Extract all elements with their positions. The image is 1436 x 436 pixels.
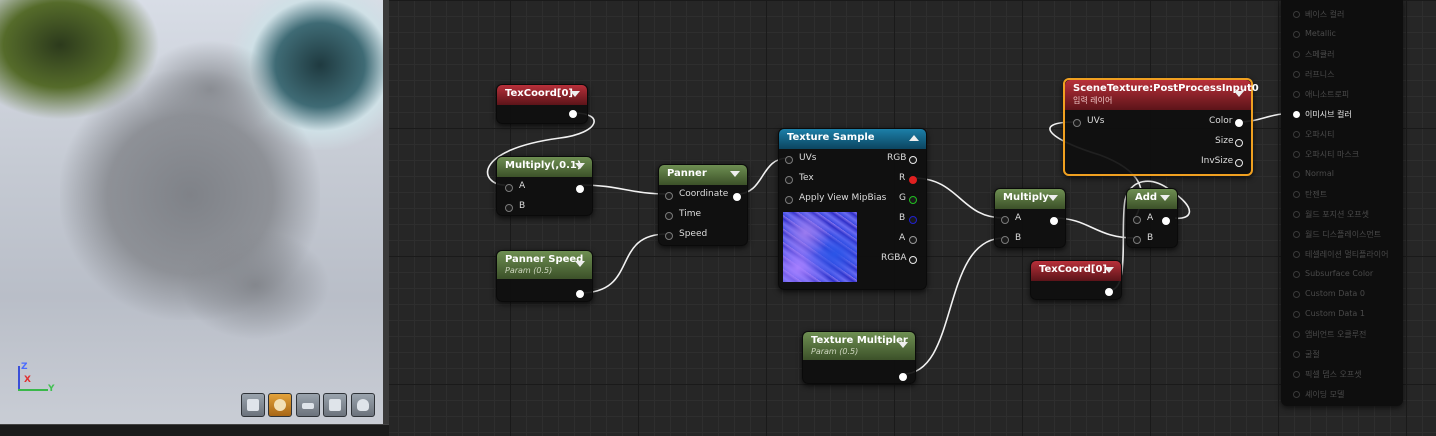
node-title: TexCoord[0] — [1039, 264, 1107, 275]
pin-dot[interactable] — [1293, 311, 1300, 318]
pin-dot[interactable] — [1293, 111, 1300, 118]
preview-sphere-button[interactable] — [268, 393, 292, 417]
pin-dot[interactable] — [1293, 211, 1300, 218]
node-title: Panner — [667, 168, 707, 179]
multiply-node-2[interactable]: Multiply A B — [994, 188, 1066, 248]
pin-dot[interactable] — [1293, 131, 1300, 138]
axis-gizmo: Z X Y — [14, 362, 55, 396]
collapse-arrow-icon[interactable] — [1234, 91, 1244, 97]
pin-dot[interactable] — [1293, 191, 1300, 198]
preview-gray-region — [180, 230, 330, 340]
texture-multiplier-param-node[interactable]: Texture Multipler Param (0.5) — [802, 331, 916, 384]
node-title: TexCoord[0] — [505, 88, 573, 99]
collapse-arrow-icon[interactable] — [570, 91, 580, 97]
collapse-arrow-icon[interactable] — [1048, 195, 1058, 201]
result-input-label: 앰비언트 오클루전 — [1305, 330, 1367, 339]
pin-dot[interactable] — [1293, 91, 1300, 98]
result-input-label: Subsurface Color — [1305, 269, 1374, 278]
result-input-label: 스페큘러 — [1305, 50, 1335, 59]
result-input-label: 애니소트로피 — [1305, 90, 1350, 99]
collapse-arrow-icon[interactable] — [1104, 267, 1114, 273]
texture-sample-node[interactable]: Texture Sample UVs Tex Apply View MipBia… — [778, 128, 927, 290]
result-input-label: 오파시티 마스크 — [1305, 150, 1360, 159]
result-input-label: 베이스 컬러 — [1305, 10, 1345, 19]
pin-dot[interactable] — [1293, 151, 1300, 158]
result-input-label: 월드 포지션 오프셋 — [1305, 210, 1369, 219]
collapse-arrow-icon[interactable] — [898, 342, 908, 348]
pin-dot[interactable] — [1293, 51, 1300, 58]
result-input-label: Custom Data 0 — [1305, 289, 1365, 298]
axis-x-label: X — [24, 375, 31, 385]
pin-dot[interactable] — [1293, 31, 1300, 38]
node-subtitle: Param (0.5) — [811, 347, 859, 356]
preview-plane-button[interactable] — [296, 393, 320, 417]
multiply-node[interactable]: Multiply(,0.1) A B — [496, 156, 593, 216]
pin-dot[interactable] — [1293, 251, 1300, 258]
result-input-label: 러프니스 — [1305, 70, 1335, 79]
material-result-node[interactable]: 베이스 컬러 Metallic 스페큘러러프니스애니소트로피이미시브 컬러오파시티오… — [1281, 0, 1403, 406]
collapse-arrow-icon[interactable] — [1160, 195, 1170, 201]
pin-dot[interactable] — [1293, 291, 1300, 298]
pin-dot[interactable] — [1293, 171, 1300, 178]
scene-texture-node[interactable]: SceneTexture:PostProcessInput0 입력 레이어 UVs… — [1063, 78, 1259, 176]
cylinder-icon — [247, 399, 259, 411]
pin-dot[interactable] — [1293, 71, 1300, 78]
result-input-label: 굴절 — [1305, 350, 1320, 359]
pin-dot[interactable] — [1293, 231, 1300, 238]
preview-gray-region — [140, 40, 280, 140]
collapse-arrow-icon[interactable] — [575, 163, 585, 169]
texture-thumbnail — [783, 212, 857, 282]
node-title: Texture Sample — [787, 132, 875, 143]
sphere-icon — [274, 399, 286, 411]
node-subtitle: Param (0.5) — [505, 266, 553, 275]
preview-cube-button[interactable] — [323, 393, 347, 417]
collapse-arrow-icon[interactable] — [909, 135, 919, 141]
result-input-label: 픽셀 뎁스 오프셋 — [1305, 370, 1362, 379]
result-input-label: Custom Data 1 — [1305, 309, 1365, 318]
axis-z-label: Z — [21, 362, 28, 372]
node-title: Texture Multipler — [811, 335, 908, 346]
node-title: Multiply(,0.1) — [505, 160, 582, 171]
collapse-arrow-icon[interactable] — [730, 171, 740, 177]
panner-node[interactable]: Panner Coordinate Time Speed — [658, 164, 748, 246]
collapse-arrow-icon[interactable] — [575, 261, 585, 267]
node-subtitle: 입력 레이어 — [1073, 96, 1113, 105]
plane-icon — [302, 403, 314, 409]
result-input-label: 이미시브 컬러 — [1305, 110, 1352, 119]
node-title: Panner Speed — [505, 254, 584, 265]
result-input-label: Normal — [1305, 169, 1334, 178]
result-input-label: 셰이딩 모델 — [1305, 390, 1345, 399]
result-input-label: Metallic — [1305, 29, 1336, 38]
result-input-label: 월드 디스플레이스먼트 — [1305, 230, 1382, 239]
pin-dot[interactable] — [1293, 391, 1300, 398]
add-node[interactable]: Add A B — [1126, 188, 1178, 248]
pin-dot[interactable] — [1293, 331, 1300, 338]
preview-viewport[interactable]: Z X Y — [0, 0, 383, 424]
result-input-label: 탄젠트 — [1305, 190, 1328, 199]
pin-dot[interactable] — [1293, 351, 1300, 358]
node-title: Multiply — [1003, 192, 1049, 203]
viewport-bottom-bar — [0, 424, 389, 436]
cube-icon — [329, 399, 341, 411]
texcoord-node-2[interactable]: TexCoord[0] — [1030, 260, 1122, 300]
pin-dot[interactable] — [1293, 371, 1300, 378]
texcoord-node[interactable]: TexCoord[0] — [496, 84, 588, 124]
pin-dot[interactable] — [1293, 11, 1300, 18]
axis-y-label: Y — [48, 384, 55, 394]
result-input-label: 테셀레이션 멀티플라이어 — [1305, 250, 1389, 259]
panner-speed-param-node[interactable]: Panner Speed Param (0.5) — [496, 250, 593, 302]
result-input-label: 오파시티 — [1305, 130, 1335, 139]
node-title: SceneTexture:PostProcessInput0 — [1073, 83, 1259, 94]
node-title: Add — [1135, 192, 1158, 203]
preview-cylinder-button[interactable] — [241, 393, 265, 417]
pin-dot[interactable] — [1293, 271, 1300, 278]
preview-teapot-button[interactable] — [351, 393, 375, 417]
teapot-icon — [357, 399, 369, 411]
